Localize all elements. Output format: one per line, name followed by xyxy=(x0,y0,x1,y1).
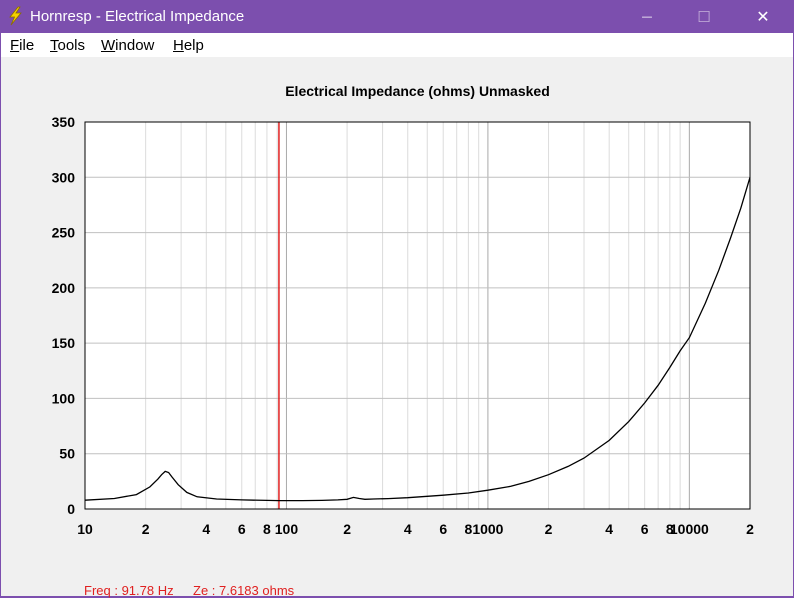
close-button[interactable]: ✕ xyxy=(740,0,786,33)
title-bar[interactable]: Hornresp - Electrical Impedance — ☐ ✕ xyxy=(0,0,794,33)
freq-readout: Freq : 91.78 Hz xyxy=(84,583,174,598)
menu-window[interactable]: Window xyxy=(101,37,154,54)
impedance-chart[interactable]: 35030025020015010050010 2 4 6 8 100 2 4 6 8 1000 2 4… xyxy=(1,57,793,557)
window-title: Hornresp - Electrical Impedance xyxy=(30,8,245,25)
x-tick-label: 4 xyxy=(202,521,210,537)
maximize-icon: ☐ xyxy=(697,7,711,26)
chart-title: Electrical Impedance (ohms) Unmasked xyxy=(285,83,550,99)
x-tick-label: 10000 xyxy=(670,521,709,537)
menu-tools[interactable]: Tools xyxy=(50,37,85,54)
x-tick-label: 2 xyxy=(142,521,150,537)
x-tick-label: 6 xyxy=(238,521,246,537)
x-tick-label: 4 xyxy=(404,521,412,537)
menu-label: Window xyxy=(101,37,155,54)
y-tick-label: 300 xyxy=(52,169,76,185)
x-tick-label: 2 xyxy=(343,521,351,537)
menu-file[interactable]: File xyxy=(10,37,34,54)
y-tick-label: 250 xyxy=(52,225,76,241)
maximize-button[interactable]: ☐ xyxy=(681,0,727,33)
x-tick-label: 1000 xyxy=(472,521,503,537)
y-tick-label: 350 xyxy=(52,114,76,130)
lightning-bolt-icon xyxy=(9,6,22,26)
menu-label: Help xyxy=(173,37,204,54)
y-tick-label: 200 xyxy=(52,280,76,296)
x-tick-label: 10 xyxy=(77,521,93,537)
y-tick-label: 0 xyxy=(67,501,75,517)
y-tick-label: 150 xyxy=(52,335,76,351)
minimize-button[interactable]: — xyxy=(624,0,670,33)
menu-help[interactable]: Help xyxy=(173,37,204,54)
menu-label: File xyxy=(10,37,35,54)
app-window: Hornresp - Electrical Impedance — ☐ ✕ Fi… xyxy=(0,0,794,598)
minimize-icon: — xyxy=(641,10,653,23)
close-icon: ✕ xyxy=(756,7,770,26)
client-area: File Tools Window Help 350 300 250 200 150 10… xyxy=(1,33,793,598)
plot-area: 350 300 250 200 150 100 50 0 10 2 4 6 8 100 2 4 6 8 1000 2 4… xyxy=(1,57,793,598)
menu-bar: File Tools Window Help xyxy=(1,33,793,57)
plot-background xyxy=(85,122,750,509)
impedance-readout: Ze : 7.6183 ohms xyxy=(193,583,295,598)
x-tick-label: 2 xyxy=(746,521,754,537)
x-tick-label: 4 xyxy=(605,521,613,537)
x-tick-label: 100 xyxy=(275,521,299,537)
menu-label: Tools xyxy=(50,37,86,54)
x-tick-label: 2 xyxy=(545,521,553,537)
x-tick-label: 8 xyxy=(263,521,271,537)
x-tick-label: 6 xyxy=(439,521,447,537)
x-tick-label: 6 xyxy=(641,521,649,537)
y-tick-label: 50 xyxy=(59,446,75,462)
y-tick-label: 100 xyxy=(52,390,76,406)
x-tick-label: 8 xyxy=(464,521,472,537)
